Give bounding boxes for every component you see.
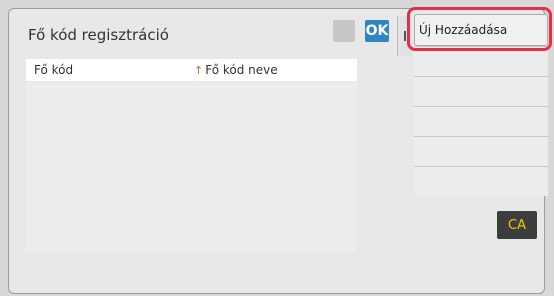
- page-title: Fő kód regisztráció: [28, 26, 169, 44]
- sort-arrow-icon: ↑: [194, 64, 204, 77]
- list-area: [26, 82, 357, 252]
- highlight-frame: [407, 7, 552, 51]
- column-header-name: Fő kód neve: [205, 63, 278, 77]
- table-header: Fő kód ↑ Fő kód neve: [26, 59, 357, 81]
- handle-bar-icon: [404, 31, 406, 41]
- menu-item-empty-4[interactable]: [414, 136, 548, 166]
- ca-button[interactable]: CA: [497, 211, 537, 239]
- disabled-button[interactable]: [333, 20, 355, 42]
- column-header-name-wrap[interactable]: ↑ Fő kód neve: [194, 63, 278, 77]
- column-header-code[interactable]: Fő kód: [34, 63, 73, 77]
- menu-item-empty-2[interactable]: [414, 76, 548, 106]
- menu-item-empty-3[interactable]: [414, 106, 548, 136]
- menu-item-empty-5[interactable]: [414, 166, 548, 196]
- ok-button[interactable]: OK: [365, 20, 389, 42]
